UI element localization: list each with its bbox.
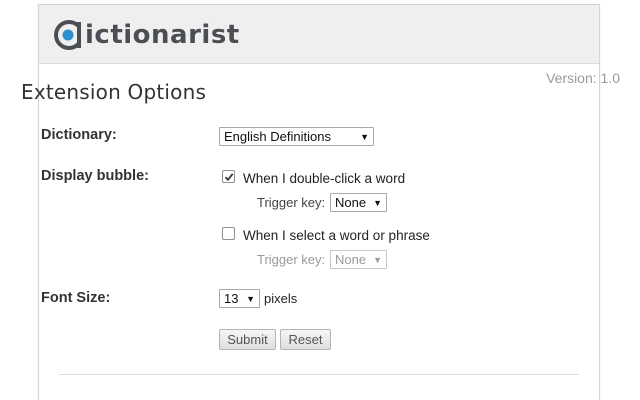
logo-mark-icon [54,20,84,50]
display-bubble-label: Display bubble: [41,168,149,184]
double-click-option-label: When I double-click a word [243,171,406,186]
reset-button[interactable]: Reset [280,329,331,350]
select-phrase-checkbox[interactable] [222,227,235,240]
double-click-checkbox[interactable] [222,170,235,183]
chevron-down-icon: ▼ [246,293,255,304]
dictionary-label: Dictionary: [41,127,117,143]
font-size-unit: pixels [264,291,298,306]
trigger-key-select-1[interactable]: None ▼ [330,193,387,212]
trigger-key-label-1: Trigger key: [257,195,326,210]
divider [59,374,579,375]
page-title: Extension Options [21,80,207,104]
submit-button[interactable]: Submit [219,329,276,350]
version-label: Version: 1.0 [546,70,620,86]
select-phrase-option-label: When I select a word or phrase [243,228,430,243]
font-size-select[interactable]: 13 ▼ [219,289,260,308]
dictionary-select[interactable]: English Definitions ▼ [219,127,374,146]
font-size-select-value: 13 [224,291,239,306]
trigger-key-select-1-value: None [335,195,367,210]
checkmark-icon [224,172,233,181]
trigger-key-select-2-value: None [335,252,367,267]
dictionarist-logo: ictionarist [54,19,240,51]
chevron-down-icon: ▼ [360,131,369,142]
chevron-down-icon: ▼ [373,197,382,208]
trigger-key-label-2: Trigger key: [257,252,326,267]
font-size-label: Font Size: [41,290,111,306]
header-bar: ictionarist [39,5,599,64]
chevron-down-icon: ▼ [373,254,382,265]
logo-text: ictionarist [85,20,240,50]
dictionary-select-value: English Definitions [224,129,331,144]
trigger-key-select-2[interactable]: None ▼ [330,250,387,269]
